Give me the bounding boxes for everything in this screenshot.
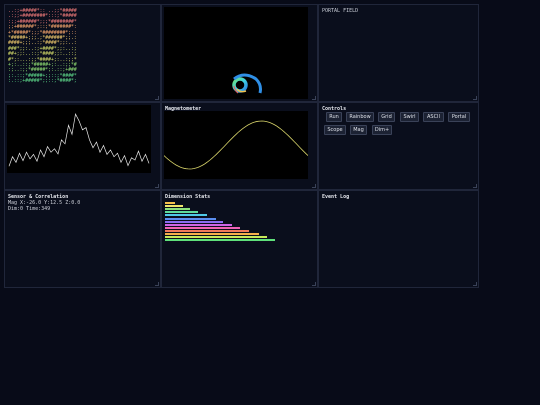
event-log-title: Event Log — [322, 194, 350, 200]
scope-waveform — [8, 113, 150, 167]
dimension-stats-panel: Dimension Stats — [161, 190, 318, 288]
ascii-row: :.::;+#####*;;::;*####*; — [8, 78, 77, 85]
dim-plus-button[interactable]: Dim+ — [372, 125, 392, 135]
portal-swirl-graphic — [232, 73, 262, 94]
scope-canvas[interactable] — [7, 105, 151, 173]
dimension-bar — [165, 208, 191, 211]
controls-panel: Controls Run Rainbow Grid Swirl ASCII Po… — [318, 102, 479, 190]
dimension-bar — [165, 220, 224, 223]
dim-time-readout: Dim:0 Time:349 — [8, 206, 51, 212]
dimension-bar — [165, 229, 249, 232]
scope-panel — [4, 102, 161, 190]
portal-field-title: PORTAL FIELD — [322, 8, 359, 14]
dimension-bar — [165, 223, 233, 226]
portal-canvas[interactable] — [164, 7, 308, 99]
ascii-art-panel: ..:;+#####*:: ..;;*##### .:;;+########*::… — [4, 4, 161, 102]
dimension-bar — [165, 214, 207, 217]
swirl-button[interactable]: Swirl — [400, 112, 419, 122]
dimension-bar — [165, 211, 198, 214]
dimension-bar — [165, 226, 240, 229]
rainbow-button[interactable]: Rainbow — [346, 112, 374, 122]
magnetometer-panel: Magnetometer — [161, 102, 318, 190]
dimension-bar — [165, 205, 183, 208]
dimension-bar — [165, 239, 275, 242]
portal-field-panel: PORTAL FIELD — [318, 4, 479, 102]
portal-button[interactable]: Portal — [448, 112, 470, 122]
magnetometer-wave — [164, 120, 308, 170]
scope-button[interactable]: Scope — [324, 125, 346, 135]
mag-button[interactable]: Mag — [350, 125, 367, 135]
run-button[interactable]: Run — [326, 112, 342, 122]
dimension-bar — [165, 202, 175, 204]
grid-button[interactable]: Grid — [378, 112, 395, 122]
dimension-bars — [162, 191, 319, 289]
sensor-correlation-panel: Sensor & Correlation Mag X:-26.0 Y:12.5 … — [4, 190, 161, 288]
ascii-button[interactable]: ASCII — [423, 112, 444, 122]
portal-canvas-panel — [161, 4, 318, 102]
ascii-art-display: ..:;+#####*:: ..;;*##### .:;;+########*::… — [8, 8, 77, 85]
event-log-panel: Event Log — [318, 190, 479, 288]
dimension-bar — [165, 236, 268, 239]
dimension-bar — [165, 233, 259, 235]
magnetometer-canvas[interactable] — [164, 111, 308, 179]
dimension-bar — [165, 217, 216, 220]
